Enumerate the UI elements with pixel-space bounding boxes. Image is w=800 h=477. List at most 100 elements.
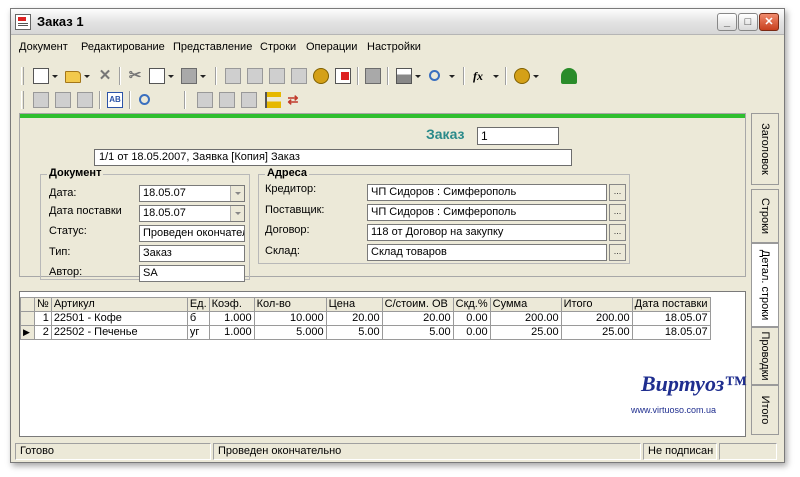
order-description-field[interactable]: 1/1 от 18.05.2007, Заявка [Копия] Заказ [94, 149, 572, 166]
tree-icon[interactable] [265, 92, 281, 108]
author-field[interactable]: SA [139, 265, 245, 282]
creditor-field[interactable]: ЧП Сидоров : Симферополь [367, 184, 607, 201]
column-header[interactable]: Цена [325, 297, 383, 312]
document-list-icon[interactable] [225, 68, 241, 84]
menu-edit[interactable]: Редактирование [81, 41, 165, 53]
table-cell[interactable]: 18.05.07 [631, 325, 711, 340]
find-icon[interactable] [139, 94, 150, 105]
table-cell[interactable]: 1.000 [208, 325, 255, 340]
order-number-field[interactable]: 1 [477, 127, 559, 145]
table-cell[interactable]: 5.00 [381, 325, 454, 340]
contract-field[interactable]: 118 от Договор на закупку [367, 224, 607, 241]
print-icon[interactable] [396, 68, 412, 84]
menu-rows[interactable]: Строки [260, 41, 296, 53]
contract-browse-button[interactable]: ... [609, 224, 626, 241]
date-field[interactable]: 18.05.07 [139, 185, 245, 202]
column-header[interactable]: Коэф. [208, 297, 255, 312]
maximize-button[interactable]: □ [738, 13, 758, 31]
column-header[interactable]: Дата поставки [631, 297, 711, 312]
menu-settings[interactable]: Настройки [367, 41, 421, 53]
toolbar-grip[interactable] [21, 67, 24, 85]
table-cell[interactable]: 5.000 [253, 325, 327, 340]
chevron-down-icon[interactable] [415, 75, 421, 78]
tab-header[interactable]: Заголовок [751, 113, 779, 185]
table-cell[interactable]: 22502 - Печенье [50, 325, 188, 340]
column-header[interactable]: Ед. [186, 297, 210, 312]
swap-arrows-icon[interactable]: ⇄ [285, 92, 301, 108]
cut-icon[interactable]: ✂ [127, 68, 143, 84]
close-button[interactable]: ✕ [759, 13, 779, 31]
tab-row-details[interactable]: Детал. строки [751, 243, 779, 327]
table-cell[interactable]: уг [186, 325, 210, 340]
menu-operations[interactable]: Операции [306, 41, 357, 53]
settings-icon[interactable] [514, 68, 530, 84]
supplier-field[interactable]: ЧП Сидоров : Симферополь [367, 204, 607, 221]
chevron-down-icon[interactable] [493, 75, 499, 78]
chevron-down-icon[interactable] [52, 75, 58, 78]
chevron-down-icon[interactable] [168, 75, 174, 78]
table-cell[interactable]: б [186, 311, 210, 326]
warehouse-field[interactable]: Склад товаров [367, 244, 607, 261]
table-cell[interactable]: 200.00 [489, 311, 562, 326]
delivery-date-dropdown-icon[interactable] [230, 206, 244, 221]
truck-icon[interactable] [313, 68, 329, 84]
column-header[interactable]: С/стоим. ОВ [381, 297, 454, 312]
warehouse-browse-button[interactable]: ... [609, 244, 626, 261]
copy-icon[interactable] [149, 68, 165, 84]
move-icon[interactable] [219, 92, 235, 108]
column-header[interactable]: № [34, 297, 52, 312]
row-insert-icon[interactable] [33, 92, 49, 108]
row-move-icon[interactable] [77, 92, 93, 108]
table-cell[interactable]: 20.00 [325, 311, 383, 326]
report-icon[interactable] [335, 68, 351, 84]
table-cell[interactable]: 200.00 [560, 311, 633, 326]
row-indicator[interactable] [20, 311, 35, 326]
table-cell[interactable]: 22501 - Кофе [50, 311, 188, 326]
chevron-down-icon[interactable] [449, 75, 455, 78]
paste-icon[interactable] [181, 68, 197, 84]
creditor-browse-button[interactable]: ... [609, 184, 626, 201]
table-row[interactable]: ▶ 2 22502 - Печенье уг 1.000 5.000 5.00 … [20, 325, 711, 340]
table-cell[interactable]: 1.000 [208, 311, 255, 326]
tab-rows[interactable]: Строки [751, 189, 779, 243]
tab-total[interactable]: Итого [751, 385, 779, 435]
formula-icon[interactable]: fx [473, 68, 489, 84]
current-row-arrow-icon[interactable]: ▶ [20, 325, 35, 340]
preview-icon[interactable] [429, 70, 440, 81]
column-header[interactable]: Сумма [489, 297, 562, 312]
column-header[interactable]: Итого [560, 297, 633, 312]
cart-icon[interactable] [269, 68, 285, 84]
column-header[interactable]: Артикул [50, 297, 188, 312]
column-header[interactable]: Скд.% [452, 297, 491, 312]
table-cell[interactable]: 18.05.07 [631, 311, 711, 326]
row-delete-icon[interactable] [55, 92, 71, 108]
menu-view[interactable]: Представление [173, 41, 252, 53]
users-icon[interactable] [561, 68, 577, 84]
toolbar-grip[interactable] [21, 91, 24, 109]
table-cell[interactable]: 25.00 [560, 325, 633, 340]
text-field-icon[interactable]: AB [107, 92, 123, 108]
menu-document[interactable]: Документ [19, 41, 68, 53]
table-cell[interactable]: 25.00 [489, 325, 562, 340]
calculator-icon[interactable] [197, 92, 213, 108]
status-field[interactable]: Проведен окончател [139, 225, 245, 242]
date-dropdown-icon[interactable] [230, 186, 244, 201]
table-cell[interactable]: 1 [34, 311, 52, 326]
chevron-down-icon[interactable] [533, 75, 539, 78]
cart-add-icon[interactable] [291, 68, 307, 84]
open-folder-icon[interactable] [65, 71, 81, 83]
table-cell[interactable]: 0.00 [452, 311, 491, 326]
chevron-down-icon[interactable] [84, 75, 90, 78]
type-field[interactable]: Заказ [139, 245, 245, 262]
table-cell[interactable]: 20.00 [381, 311, 454, 326]
tab-postings[interactable]: Проводки [751, 327, 779, 385]
table-cell[interactable]: 10.000 [253, 311, 327, 326]
chevron-down-icon[interactable] [200, 75, 206, 78]
minimize-button[interactable]: _ [717, 13, 737, 31]
table-cell[interactable]: 2 [34, 325, 52, 340]
table-cell[interactable]: 5.00 [325, 325, 383, 340]
hierarchy-icon[interactable] [241, 92, 257, 108]
new-document-icon[interactable] [33, 68, 49, 84]
title-bar[interactable]: Заказ 1 _ □ ✕ [11, 9, 784, 35]
table-row[interactable]: 1 22501 - Кофе б 1.000 10.000 20.00 20.0… [20, 311, 711, 326]
